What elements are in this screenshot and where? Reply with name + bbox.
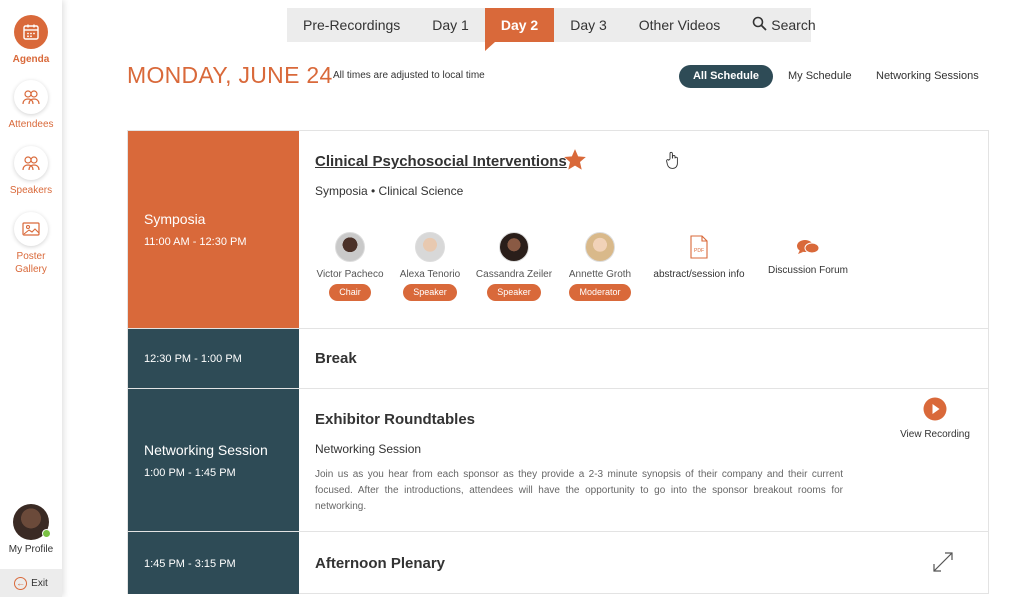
sidebar-item-label: Speakers — [9, 185, 53, 196]
filter-all-schedule[interactable]: All Schedule — [679, 65, 773, 88]
session-time-block: 1:45 PM - 3:15 PM — [128, 532, 299, 594]
tab-pre-recordings[interactable]: Pre-Recordings — [287, 8, 416, 42]
session-subtitle: Symposia • Clinical Science — [315, 184, 464, 198]
session-description: Join us as you hear from each sponsor as… — [315, 469, 843, 512]
tab-day-3[interactable]: Day 3 — [554, 8, 623, 42]
session-time: 1:00 PM - 1:45 PM — [144, 467, 236, 479]
calendar-icon — [14, 15, 48, 49]
session-row: 12:30 PM - 1:00 PM Break — [128, 329, 989, 389]
abstract-session-info-link[interactable]: PDF abstract/session info — [649, 235, 749, 280]
schedule-list: Symposia 11:00 AM - 12:30 PM Clinical Ps… — [127, 130, 989, 594]
session-time: 1:45 PM - 3:15 PM — [144, 558, 236, 570]
speaker-card[interactable]: Victor Pacheco Chair — [310, 232, 390, 301]
online-status-dot — [42, 529, 51, 538]
session-time-block: 12:30 PM - 1:00 PM — [128, 329, 299, 388]
session-title: Break — [315, 350, 357, 367]
image-icon — [14, 212, 48, 246]
tab-day-1[interactable]: Day 1 — [416, 8, 485, 42]
session-row: Networking Session 1:00 PM - 1:45 PM Exh… — [128, 389, 989, 532]
session-subtitle: Networking Session — [315, 442, 422, 456]
role-badge: Speaker — [403, 284, 457, 301]
pdf-icon-text: PDF — [694, 248, 704, 254]
session-time: 12:30 PM - 1:00 PM — [144, 353, 242, 365]
sidebar-item-label: Agenda — [12, 54, 50, 65]
tab-day-2[interactable]: Day 2 — [484, 8, 555, 51]
tab-search-label: Search — [771, 17, 816, 33]
profile-label: My Profile — [8, 544, 54, 555]
exit-button[interactable]: ← Exit — [0, 569, 62, 597]
speaker-name: Alexa Tenorio — [399, 269, 461, 280]
session-title: Afternoon Plenary — [315, 555, 446, 572]
avatar — [415, 232, 445, 262]
sidebar-item-attendees[interactable]: Attendees — [0, 80, 62, 131]
arrow-left-icon: ← — [14, 576, 28, 590]
page-title: MONDAY, JUNE 24 — [127, 62, 333, 88]
sidebar-item-speakers[interactable]: Speakers — [0, 146, 62, 197]
star-icon[interactable] — [562, 147, 588, 178]
discussion-forum-link[interactable]: Discussion Forum — [762, 238, 854, 276]
hand-cursor-icon — [666, 151, 680, 174]
session-time: 11:00 AM - 12:30 PM — [144, 236, 247, 248]
session-title: Exhibitor Roundtables — [315, 411, 476, 428]
session-row: Symposia 11:00 AM - 12:30 PM Clinical Ps… — [128, 131, 989, 329]
expand-icon[interactable] — [931, 550, 955, 579]
session-time-block: Symposia 11:00 AM - 12:30 PM — [128, 131, 299, 328]
filter-my-schedule[interactable]: My Schedule — [788, 70, 852, 82]
sidebar-item-label: Poster Gallery — [15, 251, 47, 275]
speaker-card[interactable]: Cassandra Zeiler Speaker — [474, 232, 554, 301]
role-badge: Chair — [329, 284, 371, 301]
sidebar-item-poster-gallery[interactable]: Poster Gallery — [0, 212, 62, 276]
pdf-icon: PDF — [649, 235, 749, 264]
avatar — [499, 232, 529, 262]
speakers-icon — [14, 146, 48, 180]
view-recording-label: View Recording — [900, 429, 970, 440]
avatar — [585, 232, 615, 262]
speaker-name: Cassandra Zeiler — [475, 269, 553, 280]
speaker-card[interactable]: Annette Groth Moderator — [560, 232, 640, 301]
avatar — [13, 504, 51, 540]
session-row: 1:45 PM - 3:15 PM Afternoon Plenary — [128, 532, 989, 594]
abstract-label: abstract/session info — [653, 269, 745, 280]
day-tabs: Pre-Recordings Day 1 Day 2 Day 3 Other V… — [287, 8, 816, 51]
role-badge: Moderator — [569, 284, 631, 301]
session-type: Networking Session — [144, 442, 268, 458]
filter-networking-sessions[interactable]: Networking Sessions — [876, 70, 979, 82]
play-icon — [895, 397, 975, 426]
sidebar: Agenda Attendees Speakers Poster Gallery… — [0, 0, 62, 597]
speaker-card[interactable]: Alexa Tenorio Speaker — [390, 232, 470, 301]
my-profile[interactable]: My Profile — [0, 504, 62, 555]
speaker-name: Victor Pacheco — [316, 269, 384, 280]
session-time-block: Networking Session 1:00 PM - 1:45 PM — [128, 389, 299, 531]
discussion-forum-label: Discussion Forum — [767, 265, 849, 276]
view-recording-button[interactable]: View Recording — [895, 397, 975, 440]
sidebar-item-label: Attendees — [8, 119, 54, 130]
session-type: Symposia — [144, 211, 206, 227]
timezone-note: All times are adjusted to local time — [333, 70, 485, 81]
sidebar-item-agenda[interactable]: Agenda — [0, 15, 62, 66]
speaker-name: Annette Groth — [568, 269, 632, 280]
tab-other-videos[interactable]: Other Videos — [623, 8, 736, 42]
chat-bubbles-icon — [762, 238, 854, 261]
tab-search[interactable]: Search — [736, 8, 831, 42]
search-icon — [752, 9, 767, 43]
session-title[interactable]: Clinical Psychosocial Interventions — [315, 153, 567, 170]
people-icon — [14, 80, 48, 114]
role-badge: Speaker — [487, 284, 541, 301]
exit-label: Exit — [31, 577, 48, 589]
avatar — [335, 232, 365, 262]
